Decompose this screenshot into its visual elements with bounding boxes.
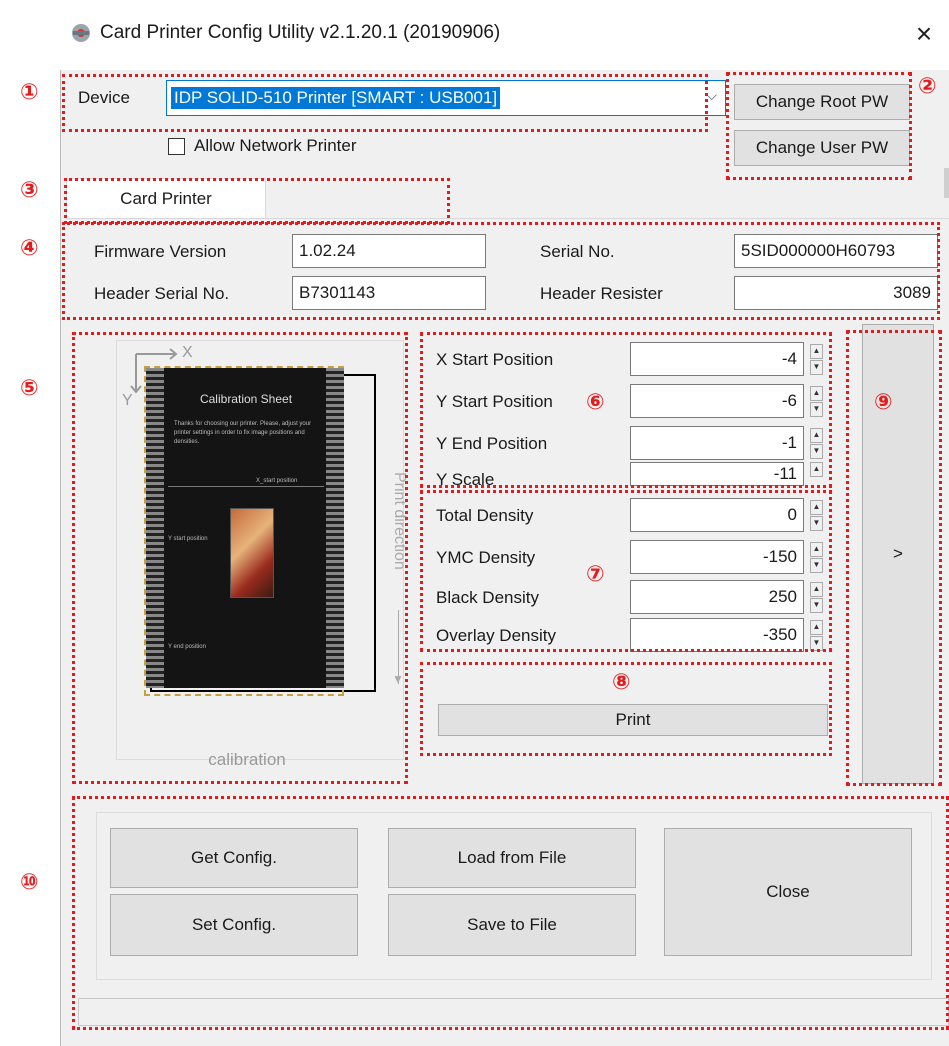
annotation-number-3: ③	[20, 178, 39, 203]
annotation-number-8: ⑧	[612, 670, 631, 695]
annotation-number-9: ⑨	[874, 390, 893, 415]
allow-network-checkbox[interactable]	[168, 138, 185, 155]
annotation-number-10: ⑩	[20, 870, 39, 895]
annotation-box-density	[420, 490, 832, 652]
annotation-box-password	[726, 72, 912, 180]
annotation-box-position	[420, 332, 832, 488]
annotation-box-info	[62, 222, 940, 320]
annotation-number-6: ⑥	[586, 390, 605, 415]
annotation-box-bottom	[72, 796, 949, 1030]
side-scroll-stub	[944, 168, 949, 198]
annotation-number-5: ⑤	[20, 376, 39, 401]
app-icon	[70, 22, 92, 44]
allow-network-label: Allow Network Printer	[194, 136, 357, 155]
close-window-button[interactable]: ×	[908, 18, 940, 50]
annotation-number-1: ①	[20, 80, 39, 105]
annotation-number-4: ④	[20, 236, 39, 261]
annotation-number-7: ⑦	[586, 562, 605, 587]
window-title: Card Printer Config Utility v2.1.20.1 (2…	[100, 22, 501, 43]
annotation-box-device	[62, 74, 708, 132]
annotation-box-preview	[72, 332, 408, 784]
annotation-box-tab	[64, 178, 450, 224]
annotation-number-2: ②	[918, 74, 937, 99]
annotation-box-expand	[846, 330, 942, 786]
